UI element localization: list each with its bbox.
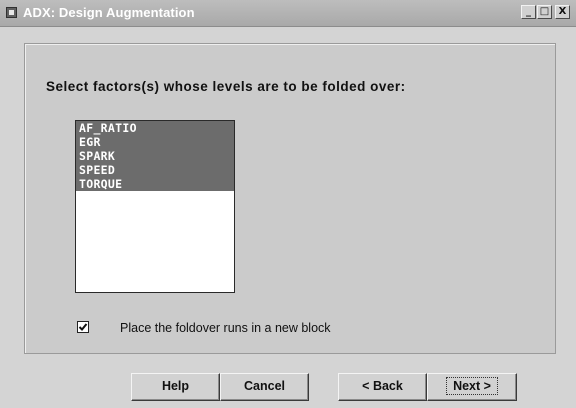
close-button[interactable]: X	[555, 5, 570, 19]
list-item-spark[interactable]: SPARK	[76, 149, 234, 163]
back-button[interactable]: < Back	[338, 373, 427, 401]
next-button-label: Next >	[446, 377, 498, 395]
factor-listbox[interactable]: AF_RATIO EGR SPARK SPEED TORQUE	[75, 120, 235, 293]
list-item-egr[interactable]: EGR	[76, 135, 234, 149]
cancel-button[interactable]: Cancel	[220, 373, 309, 401]
app-icon[interactable]	[6, 7, 17, 18]
list-item-af-ratio[interactable]: AF_RATIO	[76, 121, 234, 135]
instruction-text: Select factors(s) whose levels are to be…	[46, 79, 406, 94]
dialog-window: ADX: Design Augmentation _ □ X Select fa…	[0, 0, 576, 408]
window-title: ADX: Design Augmentation	[23, 5, 195, 20]
cancel-button-label: Cancel	[244, 379, 285, 393]
back-button-label: < Back	[362, 379, 403, 393]
next-button[interactable]: Next >	[427, 373, 517, 401]
list-item-speed[interactable]: SPEED	[76, 163, 234, 177]
maximize-button[interactable]: □	[537, 5, 552, 19]
list-item-torque[interactable]: TORQUE	[76, 177, 234, 191]
minimize-button[interactable]: _	[521, 5, 536, 19]
help-button-label: Help	[161, 379, 190, 393]
title-bar[interactable]: ADX: Design Augmentation _ □ X	[0, 0, 576, 27]
new-block-checkbox[interactable]	[77, 321, 89, 333]
help-button[interactable]: Help	[131, 373, 220, 401]
checkmark-icon	[78, 323, 88, 331]
new-block-checkbox-label[interactable]: Place the foldover runs in a new block	[120, 321, 331, 335]
